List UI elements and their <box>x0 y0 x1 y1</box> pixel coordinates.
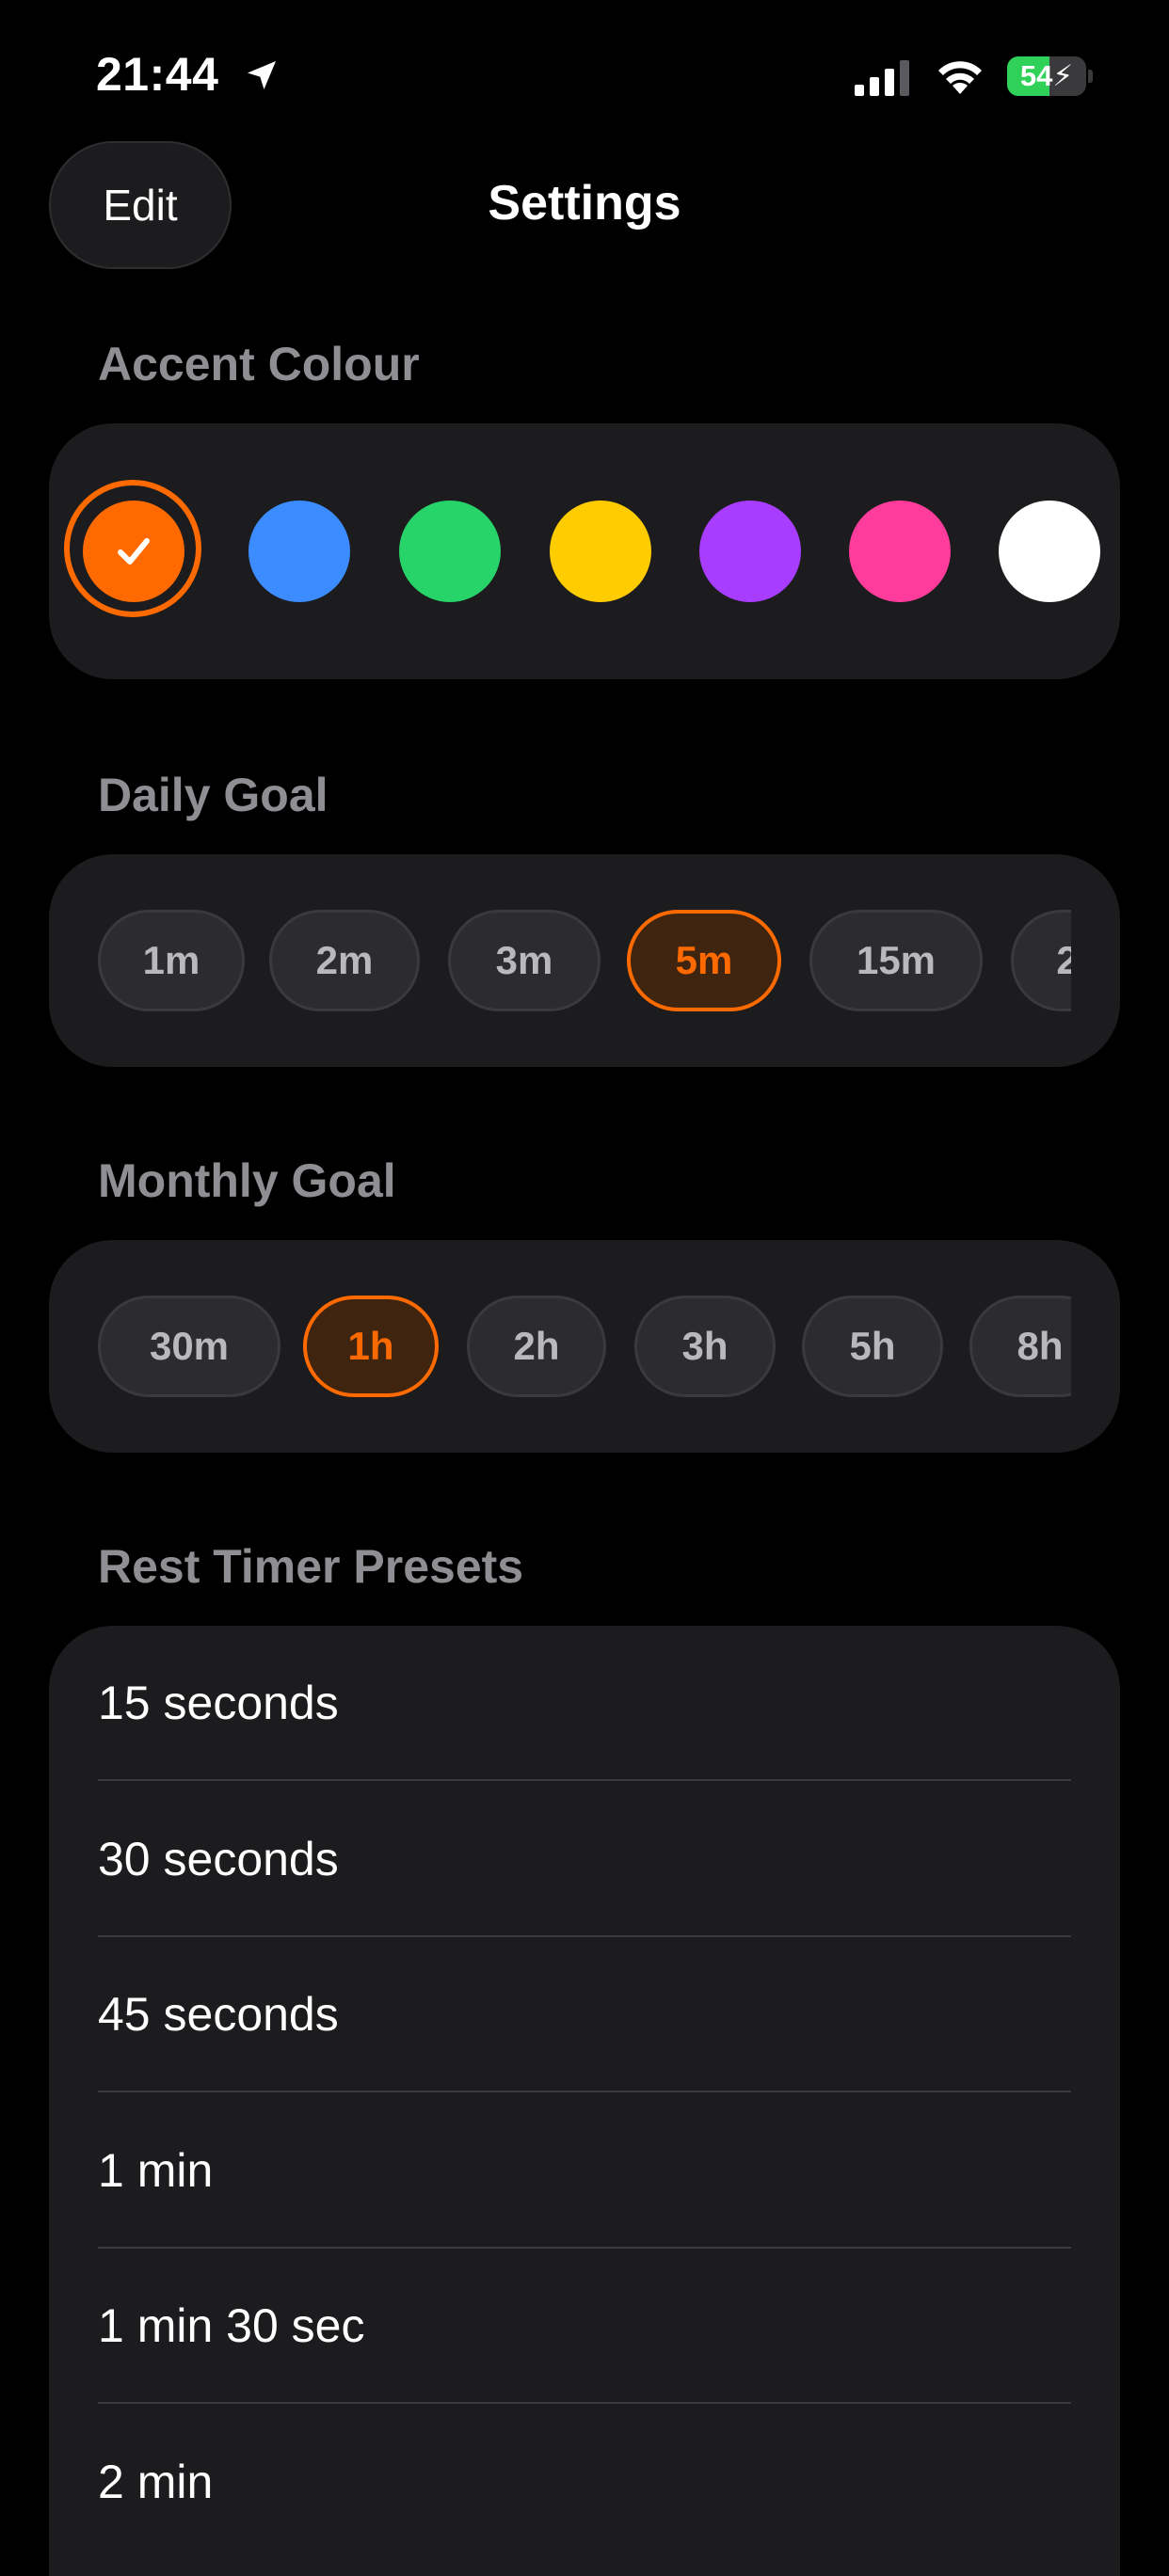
rest-preset-row[interactable]: 30 seconds <box>49 1782 1120 1937</box>
swatch-purple[interactable] <box>699 501 801 602</box>
cellular-signal-icon <box>855 60 909 96</box>
swatch-white[interactable] <box>999 501 1100 602</box>
daily-goal-chip[interactable]: 2 <box>1011 910 1071 1011</box>
daily-goal-chip[interactable]: 15m <box>809 910 983 1011</box>
monthly-goal-chip[interactable]: 8h <box>969 1296 1071 1397</box>
rest-timer-header: Rest Timer Presets <box>98 1540 524 1593</box>
daily-goal-header: Daily Goal <box>98 769 328 821</box>
daily-goal-chip[interactable]: 5m <box>627 910 781 1011</box>
wifi-icon <box>938 61 982 94</box>
accent-colour-header: Accent Colour <box>98 338 420 390</box>
swatch-yellow[interactable] <box>550 501 651 602</box>
checkmark-icon <box>118 538 150 564</box>
rest-preset-label: 1 min <box>98 2143 214 2197</box>
rest-preset-label: 2 min <box>98 2455 214 2508</box>
rest-preset-row[interactable]: 1 min 30 sec <box>49 2249 1120 2404</box>
daily-goal-card: 1m 2m 3m 5m 15m 2 <box>49 854 1120 1067</box>
swatch-green[interactable] <box>399 501 501 602</box>
monthly-goal-card: 30m 1h 2h 3h 5h 8h <box>49 1240 1120 1453</box>
daily-goal-chip[interactable]: 3m <box>448 910 601 1011</box>
daily-goal-chip[interactable]: 2m <box>269 910 420 1011</box>
rest-preset-label: 30 seconds <box>98 1832 339 1885</box>
monthly-goal-chip[interactable]: 5h <box>802 1296 943 1397</box>
rest-preset-row[interactable]: 45 seconds <box>49 1937 1120 2092</box>
swatch-orange[interactable] <box>83 501 184 602</box>
rest-preset-row[interactable]: 2 min <box>49 2405 1120 2560</box>
status-bar: 21:44 54⚡ <box>0 0 1169 141</box>
location-arrow-icon <box>248 61 276 89</box>
monthly-goal-chip[interactable]: 30m <box>98 1296 280 1397</box>
battery-level: 54⚡ <box>1019 59 1074 92</box>
swatch-pink[interactable] <box>849 501 951 602</box>
status-time: 21:44 <box>96 48 219 101</box>
battery-charging-icon: 54⚡ <box>1007 56 1093 96</box>
monthly-goal-chip[interactable]: 2h <box>467 1296 606 1397</box>
monthly-goal-header: Monthly Goal <box>98 1154 396 1207</box>
monthly-goal-chip[interactable]: 3h <box>634 1296 776 1397</box>
rest-timer-list: 15 seconds 30 seconds 45 seconds 1 min 1 min… <box>49 1626 1120 2576</box>
rest-preset-row[interactable]: 1 min <box>49 2093 1120 2249</box>
daily-goal-chip[interactable]: 1m <box>98 910 245 1011</box>
monthly-goal-options[interactable]: 30m 1h 2h 3h 5h 8h <box>98 1296 1071 1397</box>
rest-preset-label: 15 seconds <box>98 1677 339 1729</box>
rest-preset-label: 45 seconds <box>98 1988 339 2041</box>
daily-goal-options[interactable]: 1m 2m 3m 5m 15m 2 <box>98 910 1071 1011</box>
rest-preset-row[interactable]: 15 seconds <box>49 1626 1120 1781</box>
monthly-goal-chip[interactable]: 1h <box>303 1296 439 1397</box>
page-title: Settings <box>488 176 681 231</box>
swatch-blue[interactable] <box>248 501 350 602</box>
rest-preset-label: 1 min 30 sec <box>98 2299 365 2352</box>
